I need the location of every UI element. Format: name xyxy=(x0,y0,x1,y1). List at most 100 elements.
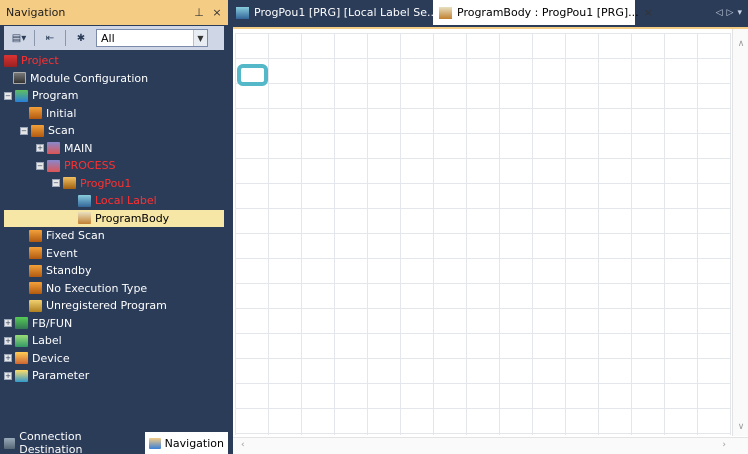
tree-item-label: Module Configuration xyxy=(30,71,149,85)
ladder-editor[interactable]: ∧ ∨ ‹ › xyxy=(233,27,748,454)
tree-item-label: Local Label xyxy=(95,194,157,208)
vertical-scrollbar[interactable]: ∧ ∨ xyxy=(732,29,748,436)
task-icon xyxy=(31,124,44,137)
tree-item-initial[interactable]: Initial xyxy=(4,105,224,123)
tree-item-project[interactable]: Project xyxy=(4,52,224,70)
local-label-icon xyxy=(236,6,249,19)
program-file-icon xyxy=(47,159,60,172)
toolbar-divider xyxy=(34,30,35,46)
filter-select-value: All xyxy=(101,31,115,45)
scroll-down-icon[interactable]: ∨ xyxy=(733,422,748,432)
scroll-left-icon[interactable]: ‹ xyxy=(241,440,245,450)
program-body-icon xyxy=(439,6,452,19)
chevron-down-icon[interactable]: ▾ xyxy=(737,8,742,18)
tab-scroll-controls: ◁ ▷ ▾ xyxy=(716,0,748,25)
project-icon xyxy=(4,54,17,67)
chevron-right-icon[interactable]: ▷ xyxy=(727,8,734,18)
task-icon xyxy=(29,107,42,120)
chevron-down-icon[interactable]: ▼ xyxy=(193,30,207,46)
tree-item-parameter[interactable]: + Parameter xyxy=(4,367,224,385)
project-tree: Project Module Configuration − Program I… xyxy=(4,52,224,426)
tree-item-label: Scan xyxy=(48,124,75,138)
editor-grid[interactable] xyxy=(235,33,731,435)
tree-item-label: Standby xyxy=(46,264,92,278)
tab-label: ProgramBody : ProgPou1 [PRG]... xyxy=(457,6,639,19)
tree-item-programbody[interactable]: ProgramBody xyxy=(4,209,224,227)
horizontal-scrollbar[interactable]: ‹ › xyxy=(233,437,748,454)
expand-icon[interactable]: + xyxy=(4,336,12,345)
tree-item-scan[interactable]: − Scan xyxy=(4,122,224,140)
navigation-header: Navigation ⊥ × xyxy=(0,0,228,25)
pin-icon[interactable]: ⊥ xyxy=(192,6,206,19)
task-icon xyxy=(29,282,42,295)
tree-item-no-execution-type[interactable]: No Execution Type xyxy=(4,280,224,298)
collapse-all-icon[interactable]: ⇤ xyxy=(39,29,61,47)
expand-icon[interactable]: + xyxy=(4,354,12,363)
tree-item-label: No Execution Type xyxy=(46,281,148,295)
fb-fun-icon xyxy=(15,317,28,330)
tree-item-local-label[interactable]: Local Label xyxy=(4,192,224,210)
tree-item-label: PROCESS xyxy=(64,159,116,173)
tab-connection-destination[interactable]: Connection Destination xyxy=(0,430,145,454)
pou-icon xyxy=(63,177,76,190)
navigation-bottom-tabs: Connection Destination Navigation xyxy=(0,430,228,454)
connection-icon xyxy=(4,437,16,449)
scroll-up-icon[interactable]: ∧ xyxy=(733,39,748,49)
tab-label: Navigation xyxy=(164,436,224,450)
device-icon xyxy=(15,352,28,365)
unregistered-program-icon xyxy=(29,299,42,312)
parameter-icon xyxy=(15,369,28,382)
edit-cursor xyxy=(237,64,268,86)
tree-view-icon[interactable]: ▤▾ xyxy=(8,29,30,47)
chevron-left-icon[interactable]: ◁ xyxy=(716,8,723,18)
expand-icon[interactable]: + xyxy=(4,371,12,380)
collapse-icon[interactable]: − xyxy=(20,126,28,135)
navigation-icon xyxy=(148,437,161,449)
navigation-panel: Navigation ⊥ × ▤▾ ⇤ ✱ All ▼ Project Modu… xyxy=(0,0,228,454)
tree-item-fb-fun[interactable]: + FB/FUN xyxy=(4,315,224,333)
tab-local-label-setting[interactable]: ProgPou1 [PRG] [Local Label Se... xyxy=(230,0,437,25)
tree-item-program[interactable]: − Program xyxy=(4,87,224,105)
collapse-icon[interactable]: − xyxy=(52,179,60,188)
expand-icon[interactable]: + xyxy=(36,144,44,153)
tree-item-event[interactable]: Event xyxy=(4,245,224,263)
tree-item-label: Project xyxy=(21,54,59,68)
tab-navigation[interactable]: Navigation xyxy=(144,432,228,454)
gear-icon[interactable]: ✱ xyxy=(70,29,92,47)
tree-item-label: MAIN xyxy=(64,141,93,155)
tab-label: ProgPou1 [PRG] [Local Label Se... xyxy=(254,6,438,19)
tree-item-label: Device xyxy=(32,351,70,365)
scroll-right-icon[interactable]: › xyxy=(722,440,726,450)
tree-item-label: Event xyxy=(46,246,78,260)
task-icon xyxy=(29,247,42,260)
tree-item-unregistered-program[interactable]: Unregistered Program xyxy=(4,297,224,315)
tree-item-progpou1[interactable]: − ProgPou1 xyxy=(4,175,224,193)
collapse-icon[interactable]: − xyxy=(4,91,12,100)
tree-item-label: Parameter xyxy=(32,369,90,383)
navigation-title: Navigation xyxy=(6,6,66,19)
expand-icon[interactable]: + xyxy=(4,319,12,328)
tree-item-process[interactable]: − PROCESS xyxy=(4,157,224,175)
task-icon xyxy=(29,229,42,242)
close-icon[interactable]: × xyxy=(210,6,224,19)
tree-item-module-configuration[interactable]: Module Configuration xyxy=(4,70,224,88)
tree-item-fixed-scan[interactable]: Fixed Scan xyxy=(4,227,224,245)
close-tab-icon[interactable]: × xyxy=(644,6,653,19)
tree-item-label: ProgPou1 xyxy=(80,176,132,190)
tree-item-label: Fixed Scan xyxy=(46,229,105,243)
app-window: Navigation ⊥ × ▤▾ ⇤ ✱ All ▼ Project Modu… xyxy=(0,0,748,454)
tree-item-main[interactable]: + MAIN xyxy=(4,140,224,158)
filter-select[interactable]: All ▼ xyxy=(96,29,208,47)
collapse-icon[interactable]: − xyxy=(36,161,44,170)
toolbar-divider xyxy=(65,30,66,46)
tree-item-device[interactable]: + Device xyxy=(4,350,224,368)
document-tab-bar: ProgPou1 [PRG] [Local Label Se... Progra… xyxy=(230,0,748,25)
tree-item-standby[interactable]: Standby xyxy=(4,262,224,280)
label-icon xyxy=(15,334,28,347)
tab-programbody[interactable]: ProgramBody : ProgPou1 [PRG]... × xyxy=(433,0,653,25)
tree-item-label: FB/FUN xyxy=(32,316,73,330)
tree-item-label: Unregistered Program xyxy=(46,299,167,313)
program-folder-icon xyxy=(15,89,28,102)
tree-item-label: Program xyxy=(32,89,79,103)
tree-item-label[interactable]: + Label xyxy=(4,332,224,350)
